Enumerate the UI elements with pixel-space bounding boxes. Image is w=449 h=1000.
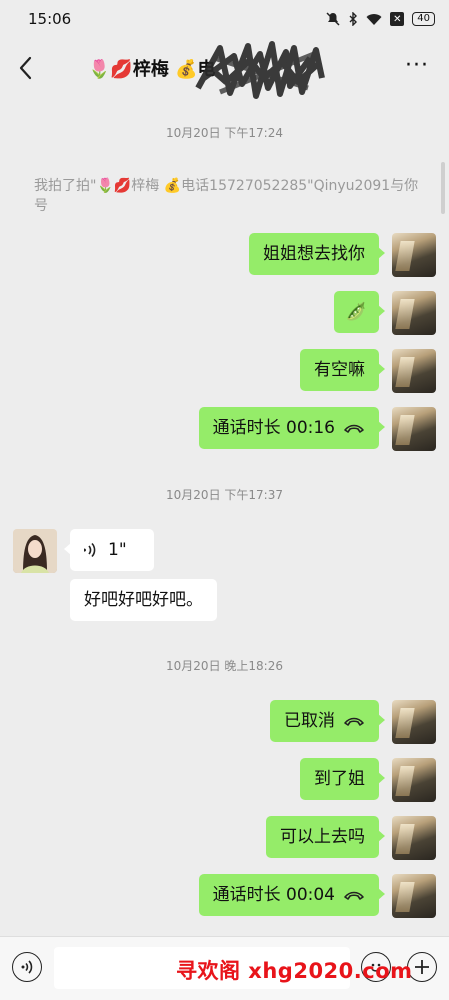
watermark-text: 寻欢阁 xhg2020.com (176, 959, 413, 983)
message-text: 通话时长 00:16 (212, 418, 335, 438)
voice-wave-icon (84, 542, 96, 558)
voice-duration: 1" (108, 540, 127, 560)
system-message: 我拍了拍"🌷💋梓梅 💰电话15727052285"Qinyu2091与你号 (34, 178, 419, 214)
close-box-icon: ✕ (390, 12, 405, 26)
bluetooth-icon (349, 12, 358, 26)
my-avatar[interactable] (392, 700, 436, 744)
timestamp: 10月20日 下午17:24 (166, 126, 283, 140)
back-button[interactable] (14, 54, 38, 82)
wifi-icon (366, 13, 382, 25)
hang-up-icon (344, 424, 364, 433)
my-avatar[interactable] (392, 758, 436, 802)
hang-up-icon (344, 891, 364, 900)
message-text: 好吧好吧好吧。 (84, 590, 203, 610)
call-bubble[interactable]: 通话时长 00:16 (198, 407, 386, 449)
plus-icon (415, 960, 429, 974)
timestamp: 10月20日 晚上18:26 (166, 659, 283, 673)
my-avatar[interactable] (392, 233, 436, 277)
message-bubble[interactable]: 好吧好吧好吧。 (70, 579, 217, 621)
more-options-button[interactable]: ··· (405, 55, 429, 77)
status-time: 15:06 (28, 10, 72, 28)
voice-toggle-icon (21, 960, 33, 974)
status-bar: 15:06 ✕ 40 (0, 0, 449, 38)
message-text: 可以上去吗 (280, 827, 365, 847)
my-avatar[interactable] (392, 874, 436, 918)
call-bubble[interactable]: 通话时长 00:04 (198, 874, 386, 916)
mute-bell-icon (326, 12, 340, 26)
message-text: 已取消 (284, 711, 335, 731)
message-text: 有空嘛 (314, 360, 365, 380)
message-text: 通话时长 00:04 (212, 885, 335, 905)
my-avatar[interactable] (392, 291, 436, 335)
voice-toggle-button[interactable] (12, 952, 42, 982)
message-text: 姐姐想去找你 (263, 244, 365, 264)
contact-photo (13, 529, 57, 573)
message-bubble[interactable]: 到了姐 (300, 758, 385, 800)
redaction-scribble (195, 41, 325, 99)
my-avatar[interactable] (392, 407, 436, 451)
message-bubble[interactable]: 有空嘛 (300, 349, 385, 391)
voice-message-bubble[interactable]: 1" (64, 529, 154, 571)
message-text: 🫛 (345, 302, 367, 322)
message-bubble[interactable]: 可以上去吗 (266, 816, 385, 858)
contact-avatar[interactable] (13, 529, 57, 573)
my-avatar[interactable] (392, 349, 436, 393)
timestamp: 10月20日 下午17:37 (166, 488, 283, 502)
my-avatar[interactable] (392, 816, 436, 860)
message-bubble[interactable]: 姐姐想去找你 (249, 233, 385, 275)
message-text: 到了姐 (314, 769, 365, 789)
battery-icon: 40 (412, 12, 435, 26)
message-bubble[interactable]: 🫛 (333, 291, 386, 333)
scrollbar[interactable] (441, 162, 445, 214)
hang-up-icon (344, 717, 364, 726)
chat-header: 🌷💋梓梅 💰电 ··· (0, 38, 449, 99)
call-bubble[interactable]: 已取消 (270, 700, 385, 742)
status-icons: ✕ 40 (326, 12, 435, 26)
